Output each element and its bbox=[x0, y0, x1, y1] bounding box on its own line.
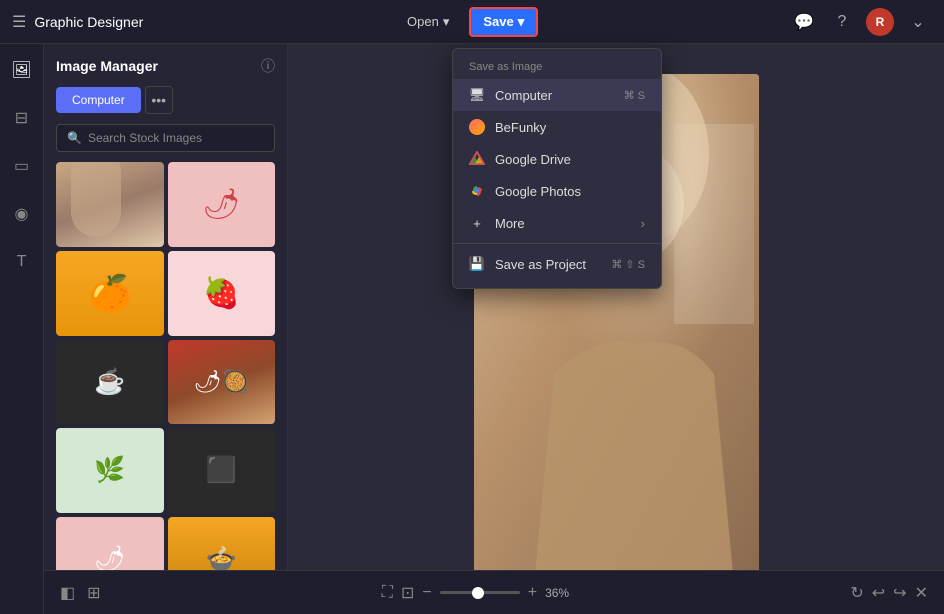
search-icon: 🔍 bbox=[67, 131, 82, 145]
list-item[interactable]: 🌿 bbox=[56, 428, 164, 513]
sidebar-tabs: Computer ••• bbox=[56, 86, 275, 114]
left-toolbar: 🖼 ⊟ ▭ ◉ T bbox=[0, 44, 44, 614]
tool-text[interactable]: T bbox=[6, 246, 38, 278]
search-bar[interactable]: 🔍 Search Stock Images bbox=[56, 124, 275, 152]
tool-adjustments[interactable]: ⊟ bbox=[6, 102, 38, 134]
sidebar-title: Image Manager bbox=[56, 58, 158, 74]
layers-icon[interactable]: ◧ bbox=[60, 583, 75, 603]
google-drive-icon bbox=[469, 151, 485, 167]
zoom-slider[interactable] bbox=[440, 591, 520, 594]
rotate-icon[interactable]: ↻ bbox=[850, 583, 863, 603]
hamburger-icon[interactable]: ☰ bbox=[12, 12, 26, 32]
help-icon[interactable]: ? bbox=[828, 8, 856, 36]
sidebar: Image Manager ⓘ Computer ••• 🔍 Search St… bbox=[44, 44, 288, 614]
save-project-icon: 💾 bbox=[469, 256, 485, 272]
list-item[interactable]: ☕ bbox=[56, 340, 164, 425]
save-project-shortcut: ⌘ ⇧ S bbox=[611, 258, 645, 271]
menu-divider bbox=[453, 243, 661, 244]
header: ☰ Graphic Designer Open ▾ Save ▾ 💬 ? R ⌄ bbox=[0, 0, 944, 44]
menu-item-befunky-label: BeFunky bbox=[495, 120, 546, 135]
avatar[interactable]: R bbox=[866, 8, 894, 36]
header-left: ☰ Graphic Designer bbox=[12, 12, 143, 32]
zoom-in-icon[interactable]: + bbox=[528, 584, 537, 602]
menu-item-save-project[interactable]: 💾 Save as Project ⌘ ⇧ S bbox=[453, 248, 661, 280]
list-item[interactable] bbox=[56, 162, 164, 247]
computer-tab[interactable]: Computer bbox=[56, 87, 141, 113]
computer-icon: 🖥 bbox=[469, 87, 485, 103]
image-grid: 🌶 🍊 🍓 ☕ 🌶🥘 bbox=[56, 162, 275, 602]
save-button[interactable]: Save ▾ bbox=[469, 7, 538, 37]
computer-shortcut: ⌘ S bbox=[624, 89, 645, 102]
google-photos-icon bbox=[469, 183, 485, 199]
bottom-center-tools: ⛶ ⊡ − + 36% bbox=[382, 583, 569, 603]
sidebar-header: Image Manager ⓘ bbox=[56, 56, 275, 76]
list-item[interactable]: 🍓 bbox=[168, 251, 276, 336]
expand-icon[interactable]: ⌄ bbox=[904, 8, 932, 36]
list-item[interactable]: 🌶 bbox=[168, 162, 276, 247]
menu-item-befunky[interactable]: BeFunky bbox=[453, 111, 661, 143]
tool-image[interactable]: 🖼 bbox=[6, 54, 38, 86]
bottom-right-tools: ↻ ↩ ↪ ✕ bbox=[850, 583, 928, 603]
list-item[interactable]: 🌶🥘 bbox=[168, 340, 276, 425]
menu-section-label: Save as Image bbox=[453, 57, 661, 79]
fullscreen-icon[interactable]: ⛶ bbox=[382, 584, 393, 602]
menu-item-google-photos[interactable]: Google Photos bbox=[453, 175, 661, 207]
redo-icon[interactable]: ↪ bbox=[893, 583, 906, 603]
menu-item-computer[interactable]: 🖥 Computer ⌘ S bbox=[453, 79, 661, 111]
zoom-percent: 36% bbox=[545, 586, 569, 600]
more-chevron-icon: › bbox=[641, 216, 645, 231]
grid-icon[interactable]: ⊞ bbox=[87, 583, 100, 603]
header-center: Open ▾ Save ▾ bbox=[395, 7, 538, 37]
header-right: 💬 ? R ⌄ bbox=[790, 8, 932, 36]
menu-item-more-label: More bbox=[495, 216, 525, 231]
more-icon: + bbox=[469, 215, 485, 231]
bottom-toolbar: ◧ ⊞ ⛶ ⊡ − + 36% ↻ ↩ ↪ ✕ bbox=[44, 570, 944, 614]
menu-item-google-drive[interactable]: Google Drive bbox=[453, 143, 661, 175]
list-item[interactable]: 🍊 bbox=[56, 251, 164, 336]
message-icon[interactable]: 💬 bbox=[790, 8, 818, 36]
more-options-button[interactable]: ••• bbox=[145, 86, 173, 114]
search-placeholder: Search Stock Images bbox=[88, 131, 202, 145]
save-dropdown-menu: Save as Image 🖥 Computer ⌘ S BeFunky Goo… bbox=[452, 48, 662, 289]
menu-item-save-project-label: Save as Project bbox=[495, 257, 586, 272]
tool-layers[interactable]: ▭ bbox=[6, 150, 38, 182]
menu-item-more[interactable]: + More › bbox=[453, 207, 661, 239]
zoom-out-icon[interactable]: − bbox=[422, 584, 431, 602]
crop-icon[interactable]: ⊡ bbox=[401, 583, 414, 603]
menu-item-google-drive-label: Google Drive bbox=[495, 152, 571, 167]
menu-item-google-photos-label: Google Photos bbox=[495, 184, 581, 199]
list-item[interactable]: ⬛ bbox=[168, 428, 276, 513]
zoom-slider-thumb bbox=[472, 587, 484, 599]
menu-item-computer-label: Computer bbox=[495, 88, 552, 103]
befunky-icon bbox=[469, 119, 485, 135]
info-icon[interactable]: ⓘ bbox=[261, 56, 275, 76]
close-icon[interactable]: ✕ bbox=[915, 583, 928, 603]
app-title: Graphic Designer bbox=[34, 14, 143, 30]
open-button[interactable]: Open ▾ bbox=[395, 8, 461, 36]
tool-people[interactable]: ◉ bbox=[6, 198, 38, 230]
bottom-left-tools: ◧ ⊞ bbox=[60, 583, 101, 603]
undo-icon[interactable]: ↩ bbox=[872, 583, 885, 603]
